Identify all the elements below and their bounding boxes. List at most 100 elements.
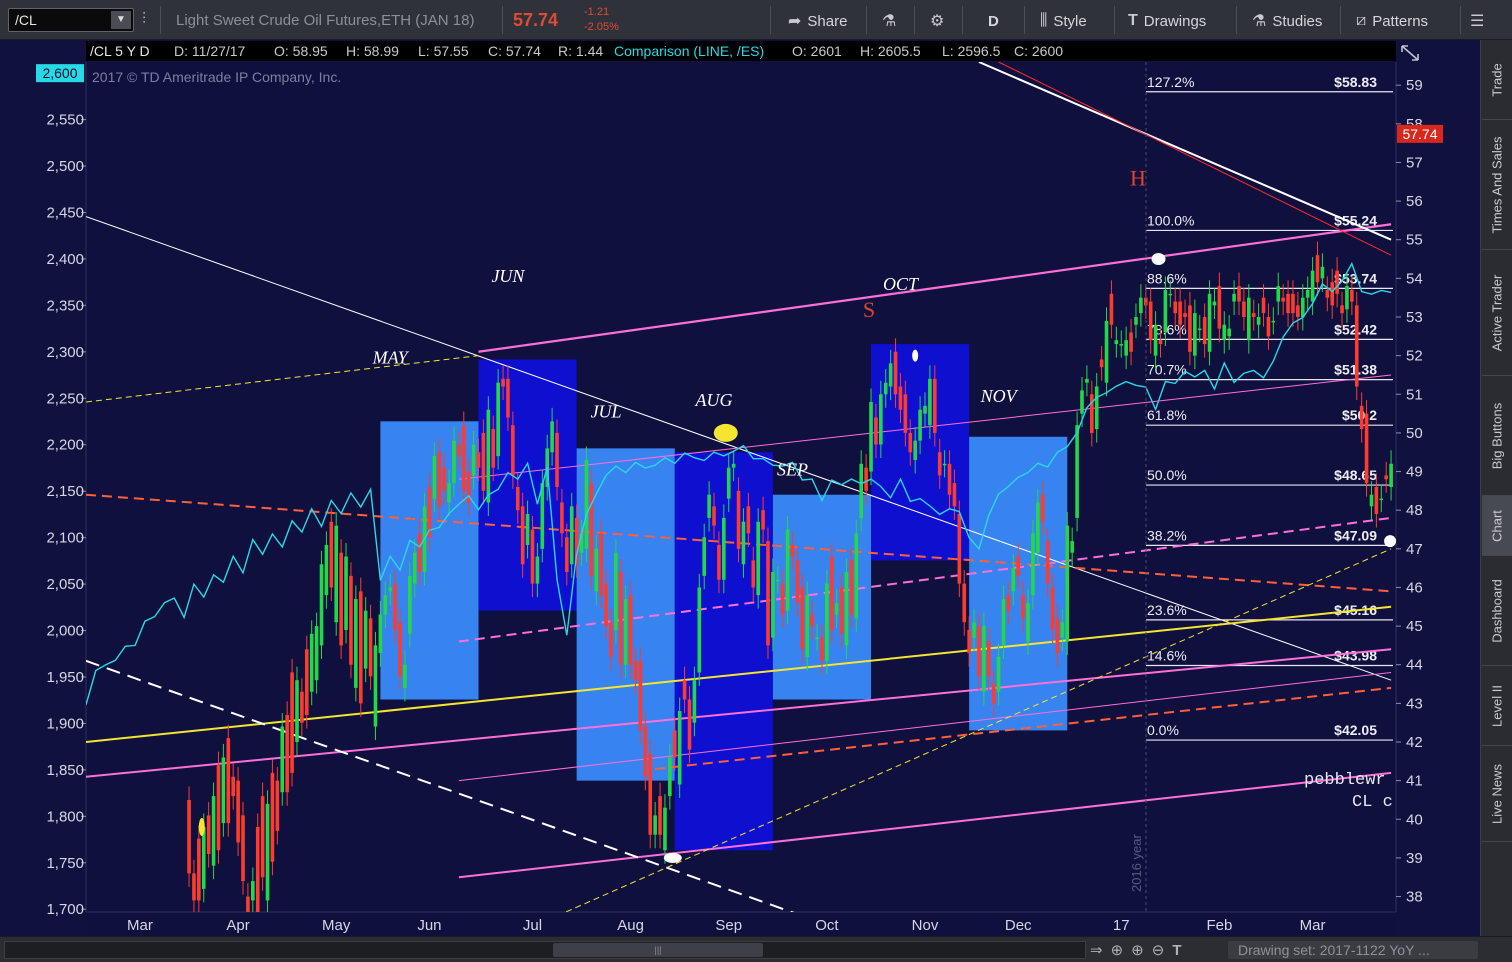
pattern-label: H: [1130, 166, 1146, 191]
candle-body: [731, 463, 736, 468]
left-axis-tick-label: 2,150: [46, 483, 84, 500]
candle-body: [324, 544, 329, 596]
candle-body: [530, 529, 535, 584]
tab-times-and-sales[interactable]: Times And Sales: [1482, 120, 1512, 250]
candle-body: [1006, 595, 1011, 611]
fib-level-price: $50.2: [1342, 407, 1377, 423]
studies-button[interactable]: ⚗ Studies: [1252, 10, 1322, 32]
candle-body: [1335, 270, 1339, 294]
candle-body: [1266, 317, 1271, 337]
x-axis-tick-label: Oct: [815, 917, 839, 934]
divider: [866, 6, 867, 34]
candle-body: [1188, 305, 1192, 352]
candle-body: [1050, 587, 1055, 630]
candle-body: [928, 378, 932, 426]
candle-body: [1227, 328, 1231, 337]
candle-body: [1197, 328, 1202, 331]
fib-level-percent: 127.2%: [1147, 74, 1194, 90]
candle-body: [216, 765, 221, 851]
candle-body: [319, 564, 324, 646]
fib-level-price: $58.83: [1334, 74, 1377, 90]
last-price: 57.74: [513, 10, 559, 30]
candle-body: [795, 560, 800, 603]
info-low: L: 57.55: [418, 43, 469, 59]
candle-body: [736, 490, 741, 549]
candle-body: [334, 525, 339, 623]
tab-live-news[interactable]: Live News: [1482, 746, 1512, 842]
link-icon[interactable]: ⫶: [142, 11, 146, 29]
info-bar: /CL 5 Y D D: 11/27/17 O: 58.95 H: 58.99 …: [86, 41, 1396, 61]
candle-body: [874, 417, 878, 445]
candle-body: [501, 378, 505, 387]
candle-body: [206, 815, 211, 855]
x-axis-tick-label: Apr: [226, 917, 249, 934]
x-axis-tick-label: Aug: [617, 917, 644, 934]
zoom-out-icon[interactable]: ⊖: [1152, 942, 1173, 959]
scrollbar-thumb[interactable]: |||: [553, 943, 763, 957]
percent-change: -2.05%: [584, 21, 619, 33]
settings-button[interactable]: ⚙: [930, 10, 944, 32]
candle-body: [1011, 568, 1016, 592]
info-date: D: 11/27/17: [174, 43, 246, 59]
patterns-button[interactable]: ⧄ Patterns: [1356, 10, 1428, 32]
tab-big-buttons[interactable]: Big Buttons: [1482, 376, 1512, 496]
candle-body: [663, 807, 667, 851]
toolbar: /CL ▼ ⫶ Light Sweet Crude Oil Futures,ET…: [0, 0, 1512, 40]
share-button[interactable]: ➦ Share: [788, 10, 847, 32]
candle-body: [1242, 301, 1246, 317]
candle-body: [461, 425, 466, 491]
candle-body: [1217, 286, 1222, 329]
symbol-input[interactable]: /CL ▼: [8, 8, 134, 32]
menu-button[interactable]: ☰: [1470, 10, 1484, 32]
candle-body: [358, 591, 363, 704]
price-chart[interactable]: 2017 © TD Ameritrade IP Company, Inc. 12…: [0, 40, 1480, 936]
pivot-marker: [1384, 535, 1396, 548]
tab-trade[interactable]: Trade: [1482, 40, 1512, 120]
candle-body: [192, 873, 196, 901]
candle-body: [589, 483, 594, 576]
info-cmp-high: H: 2605.5: [860, 43, 921, 59]
patterns-label: Patterns: [1372, 12, 1429, 30]
month-label: AUG: [695, 390, 733, 410]
candle-body: [1340, 305, 1344, 314]
right-axis-tick-label: 46: [1406, 579, 1423, 596]
style-button[interactable]: ⫼ Style: [1040, 10, 1087, 32]
tab-chart[interactable]: Chart: [1482, 496, 1512, 556]
zoom-in-icon[interactable]: ⊕: [1131, 942, 1152, 959]
candle-body: [633, 660, 638, 681]
candle-body: [888, 363, 893, 387]
candle-body: [1325, 289, 1330, 298]
text-tool-icon[interactable]: T: [1172, 942, 1189, 959]
right-axis-tick-label: 42: [1406, 734, 1423, 751]
candle-body: [1276, 286, 1281, 302]
candle-body: [1001, 599, 1006, 646]
fib-level-percent: 14.6%: [1147, 648, 1187, 664]
right-axis-tick-label: 51: [1406, 386, 1423, 403]
flask-button[interactable]: ⚗: [882, 10, 896, 32]
aggregation-button[interactable]: D: [988, 10, 999, 32]
candle-body: [300, 691, 304, 723]
tab-active-trader[interactable]: Active Trader: [1482, 250, 1512, 376]
divider: [160, 6, 161, 34]
left-axis-tick-label: 1,900: [46, 715, 84, 732]
candle-body: [869, 402, 873, 472]
symbol-dropdown-icon[interactable]: ▼: [111, 11, 131, 29]
candle-body: [511, 425, 515, 476]
tab-level-ii[interactable]: Level II: [1482, 666, 1512, 746]
drawings-button[interactable]: T Drawings: [1128, 10, 1206, 32]
candle-body: [417, 533, 422, 572]
scroll-right-icon[interactable]: ⇒: [1090, 942, 1111, 959]
candle-body: [913, 440, 917, 460]
candle-body: [383, 595, 388, 615]
chart-scrollbar[interactable]: |||: [4, 941, 1086, 959]
tab-dashboard[interactable]: Dashboard: [1482, 556, 1512, 666]
left-axis-tick-label: 2,550: [46, 112, 84, 129]
crosshair-icon[interactable]: ⊕: [1111, 942, 1132, 959]
flask-icon: ⚗: [1252, 13, 1267, 30]
candle-body: [1134, 317, 1138, 325]
drawing-set-selector[interactable]: Drawing set: 2017-1122 YoY ...: [1228, 941, 1478, 959]
left-axis-tick-label: 1,750: [46, 855, 84, 872]
candle-body: [236, 780, 240, 843]
candle-body: [565, 537, 569, 572]
month-label: MAY: [372, 347, 410, 367]
